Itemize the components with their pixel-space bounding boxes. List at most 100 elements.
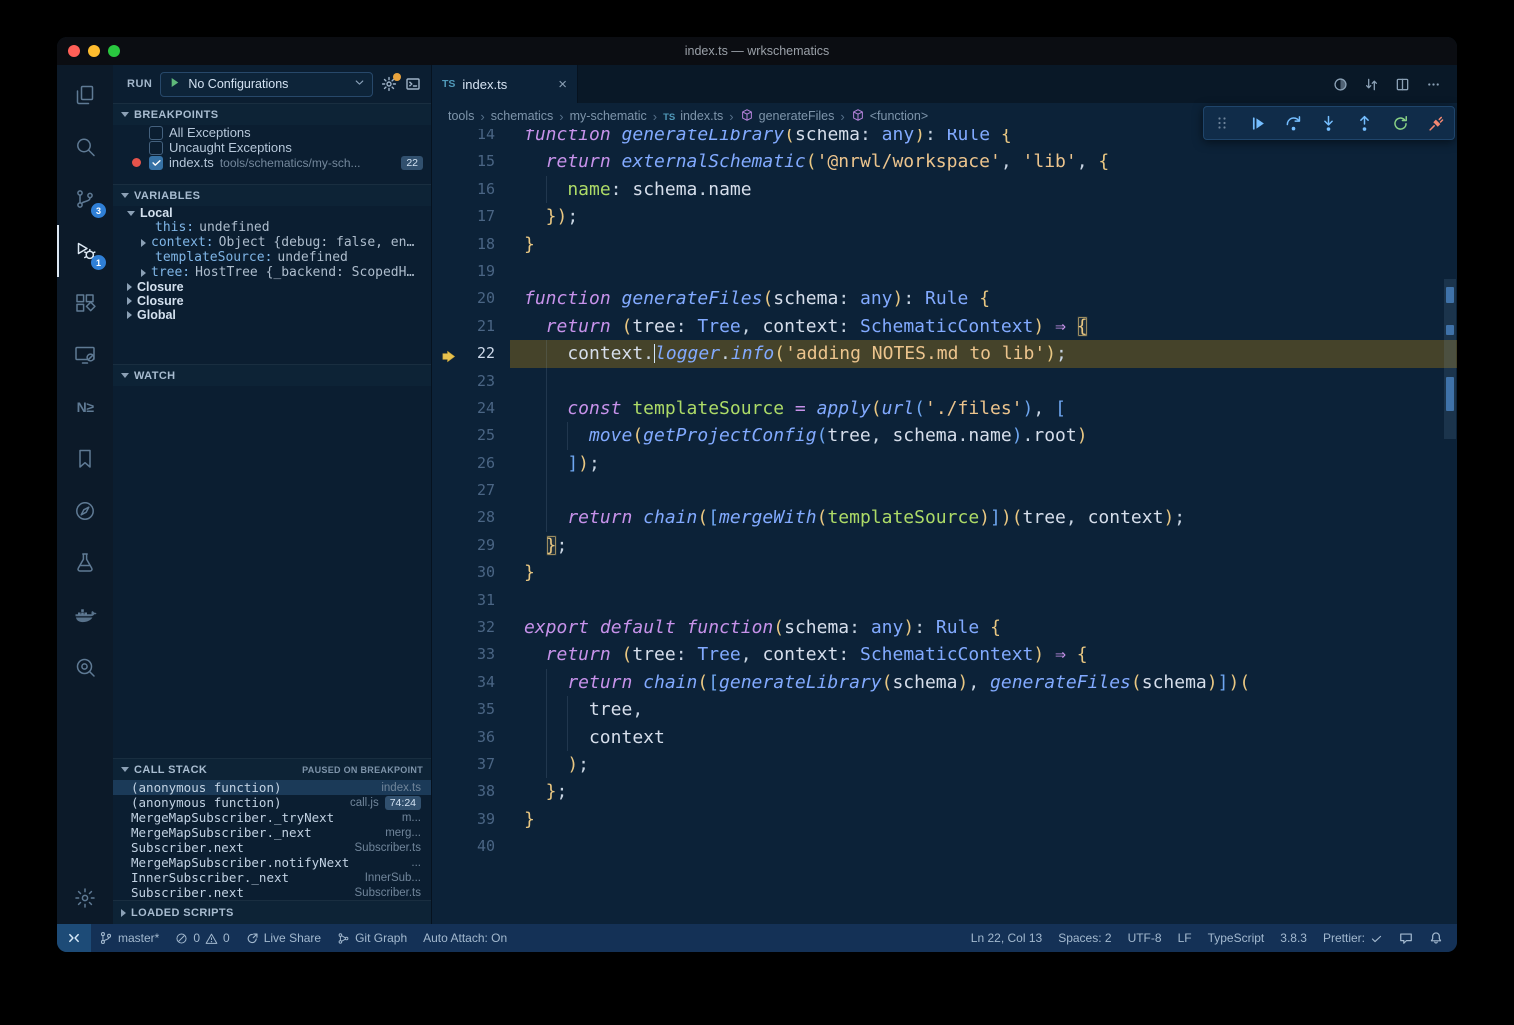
- call-stack-frame[interactable]: MergeMapSubscriber.notifyNext...: [113, 855, 431, 870]
- gutter[interactable]: 32: [432, 614, 510, 641]
- code-line[interactable]: 24const templateSource = apply(url('./fi…: [432, 395, 1457, 422]
- gutter[interactable]: 25: [432, 422, 510, 449]
- variable-row[interactable]: templateSource:undefined: [113, 250, 431, 265]
- breakpoint-checkbox[interactable]: [149, 156, 163, 170]
- breadcrumb-item[interactable]: schematics: [491, 109, 554, 123]
- breadcrumb-item[interactable]: <function>: [851, 108, 928, 125]
- code-line[interactable]: 33return (tree: Tree, context: Schematic…: [432, 641, 1457, 668]
- open-changes-icon[interactable]: [1333, 77, 1348, 92]
- activity-gitlens[interactable]: [57, 641, 113, 693]
- code-line[interactable]: 26]);: [432, 450, 1457, 477]
- activity-nx-console[interactable]: N≥: [57, 381, 113, 433]
- code-line[interactable]: 20function generateFiles(schema: any): R…: [432, 285, 1457, 312]
- call-stack-frame[interactable]: MergeMapSubscriber._tryNextm...: [113, 810, 431, 825]
- gutter[interactable]: 14: [432, 129, 510, 148]
- activity-search[interactable]: [57, 121, 113, 173]
- code-line[interactable]: 27: [432, 477, 1457, 504]
- gutter[interactable]: 22: [432, 340, 510, 367]
- status-feedback[interactable]: [1391, 924, 1421, 952]
- breakpoint-row[interactable]: index.tstools/schematics/my-sch...22: [113, 155, 431, 170]
- status-eol[interactable]: LF: [1170, 924, 1200, 952]
- activity-docker[interactable]: [57, 589, 113, 641]
- activity-manage[interactable]: [57, 872, 113, 924]
- activity-explorer[interactable]: [57, 69, 113, 121]
- gutter[interactable]: 23: [432, 368, 510, 395]
- code-line[interactable]: 23: [432, 368, 1457, 395]
- code-line[interactable]: 19: [432, 258, 1457, 285]
- breakpoints-section-header[interactable]: BREAKPOINTS: [113, 103, 431, 125]
- code-line[interactable]: 37);: [432, 751, 1457, 778]
- code-line[interactable]: 16name: schema.name: [432, 176, 1457, 203]
- status-live-share[interactable]: Live Share: [238, 924, 329, 952]
- gutter[interactable]: 29: [432, 532, 510, 559]
- breadcrumb-item[interactable]: TSindex.ts: [663, 109, 723, 123]
- call-stack-section-header[interactable]: CALL STACK PAUSED ON BREAKPOINT: [113, 758, 431, 780]
- code-line[interactable]: 36context: [432, 724, 1457, 751]
- status-git-branch[interactable]: master*: [91, 924, 167, 952]
- variable-scope-row[interactable]: Closure: [113, 280, 431, 294]
- drag-handle-button[interactable]: [1208, 109, 1236, 137]
- restart-button[interactable]: [1386, 109, 1414, 137]
- code-line[interactable]: 38};: [432, 778, 1457, 805]
- gutter[interactable]: 20: [432, 285, 510, 312]
- code-line[interactable]: 29};: [432, 532, 1457, 559]
- status-language-mode[interactable]: TypeScript: [1200, 924, 1273, 952]
- debug-config-dropdown[interactable]: No Configurations: [160, 72, 373, 97]
- gutter[interactable]: 36: [432, 724, 510, 751]
- activity-extensions[interactable]: [57, 277, 113, 329]
- status-prettier[interactable]: Prettier:: [1315, 924, 1391, 952]
- status-remote-indicator[interactable]: [57, 924, 91, 952]
- step-out-button[interactable]: [1351, 109, 1379, 137]
- code-line[interactable]: 39}: [432, 806, 1457, 833]
- step-into-button[interactable]: [1315, 109, 1343, 137]
- step-over-button[interactable]: [1279, 109, 1307, 137]
- variable-scope-row[interactable]: Closure: [113, 294, 431, 308]
- gutter[interactable]: 27: [432, 477, 510, 504]
- code-line[interactable]: 18}: [432, 231, 1457, 258]
- compare-changes-icon[interactable]: [1364, 77, 1379, 92]
- code-line[interactable]: 15return externalSchematic('@nrwl/worksp…: [432, 148, 1457, 175]
- gutter[interactable]: 38: [432, 778, 510, 805]
- zoom-button[interactable]: [108, 45, 120, 57]
- status-problems[interactable]: 00: [167, 924, 237, 952]
- code-line[interactable]: 21return (tree: Tree, context: Schematic…: [432, 313, 1457, 340]
- code-line[interactable]: 34return chain([generateLibrary(schema),…: [432, 669, 1457, 696]
- code-line[interactable]: 40: [432, 833, 1457, 860]
- activity-bookmarks[interactable]: [57, 433, 113, 485]
- more-actions-icon[interactable]: [1426, 77, 1441, 92]
- status-encoding[interactable]: UTF-8: [1120, 924, 1170, 952]
- gutter[interactable]: 40: [432, 833, 510, 860]
- breadcrumb-item[interactable]: my-schematic: [570, 109, 647, 123]
- minimize-button[interactable]: [88, 45, 100, 57]
- code-line[interactable]: 30}: [432, 559, 1457, 586]
- call-stack-frame[interactable]: InnerSubscriber._nextInnerSub...: [113, 870, 431, 885]
- code-line[interactable]: 32export default function(schema: any): …: [432, 614, 1457, 641]
- breakpoint-checkbox[interactable]: [149, 141, 163, 155]
- gutter[interactable]: 39: [432, 806, 510, 833]
- open-debug-console-button[interactable]: [405, 76, 421, 92]
- gutter[interactable]: 34: [432, 669, 510, 696]
- status-cursor-position[interactable]: Ln 22, Col 13: [963, 924, 1050, 952]
- gutter[interactable]: 30: [432, 559, 510, 586]
- gutter[interactable]: 21: [432, 313, 510, 340]
- breakpoint-checkbox[interactable]: [149, 126, 163, 140]
- variable-row[interactable]: this:undefined: [113, 220, 431, 235]
- code-line[interactable]: 22context.logger.info('adding NOTES.md t…: [432, 340, 1457, 367]
- loaded-scripts-section-header[interactable]: LOADED SCRIPTS: [113, 900, 431, 924]
- gutter[interactable]: 37: [432, 751, 510, 778]
- gutter[interactable]: 17: [432, 203, 510, 230]
- variable-scope-row[interactable]: Local: [113, 206, 431, 220]
- code-line[interactable]: 17});: [432, 203, 1457, 230]
- gutter[interactable]: 31: [432, 587, 510, 614]
- activity-remote-explorer[interactable]: [57, 329, 113, 381]
- start-debug-icon[interactable]: [167, 75, 182, 93]
- status-indentation[interactable]: Spaces: 2: [1050, 924, 1119, 952]
- split-editor-icon[interactable]: [1395, 77, 1410, 92]
- gutter[interactable]: 26: [432, 450, 510, 477]
- breadcrumb-item[interactable]: generateFiles: [740, 108, 835, 125]
- status-git-graph[interactable]: Git Graph: [329, 924, 415, 952]
- breakpoint-row[interactable]: Uncaught Exceptions: [113, 140, 431, 155]
- variable-row[interactable]: context:Object {debug: false, en…: [113, 235, 431, 250]
- gutter[interactable]: 28: [432, 504, 510, 531]
- variable-scope-row[interactable]: Global: [113, 308, 431, 322]
